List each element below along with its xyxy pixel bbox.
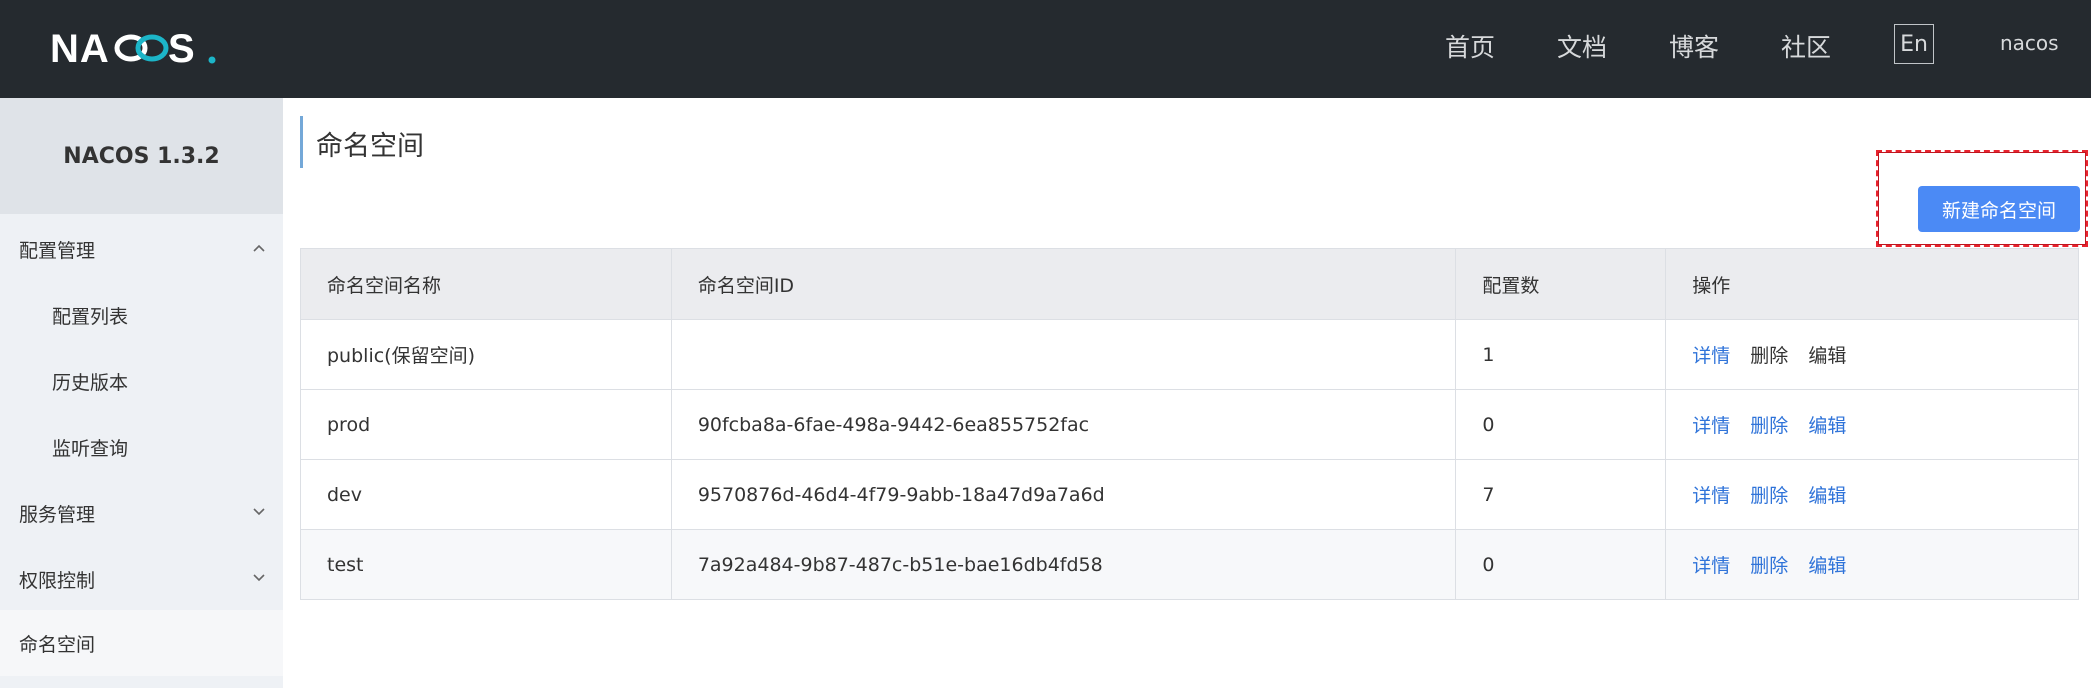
sidebar-item-namespace[interactable]: 命名空间: [0, 610, 283, 676]
config-count-cell: 0: [1455, 389, 1667, 460]
delete-link-disabled: 删除: [1750, 345, 1789, 367]
username[interactable]: nacos: [2000, 31, 2059, 55]
config-count-cell: 7: [1455, 459, 1667, 530]
edit-link[interactable]: 编辑: [1808, 415, 1846, 437]
delete-link[interactable]: 删除: [1750, 415, 1788, 437]
sidebar-item-config-management[interactable]: 配置管理: [0, 216, 283, 282]
svg-text:NA: NA: [50, 27, 110, 71]
nacos-logo[interactable]: NA S: [50, 18, 220, 78]
sidebar-item-listener-query[interactable]: 监听查询: [0, 414, 283, 480]
nav-community[interactable]: 社区: [1781, 28, 1831, 64]
namespace-name-cell: dev: [300, 459, 672, 530]
operations-cell: 详情 删除 编辑: [1665, 459, 2079, 530]
delete-link[interactable]: 删除: [1750, 555, 1788, 577]
namespace-id-cell: [670, 319, 1457, 390]
nav-docs[interactable]: 文档: [1557, 28, 1607, 64]
table-row: test 7a92a484-9b87-487c-b51e-bae16db4fd5…: [300, 529, 2079, 600]
sidebar: NACOS 1.3.2 配置管理 配置列表 历史版本 监听查询 服务管理 权限控…: [0, 98, 283, 688]
namespace-name-cell: prod: [300, 389, 672, 460]
page-title: 命名空间: [316, 131, 424, 162]
nav-blog[interactable]: 博客: [1669, 28, 1719, 64]
operations-cell: 详情 删除 编辑: [1665, 389, 2079, 460]
nav-home[interactable]: 首页: [1445, 28, 1495, 64]
config-count-cell: 1: [1455, 319, 1667, 390]
edit-link[interactable]: 编辑: [1808, 485, 1846, 507]
edit-link-disabled: 编辑: [1808, 345, 1847, 367]
operations-cell: 详情 删除 编辑: [1665, 319, 2079, 390]
sidebar-item-label: 服务管理: [19, 503, 96, 526]
namespace-id-cell: 90fcba8a-6fae-498a-9442-6ea855752fac: [670, 389, 1457, 460]
sidebar-item-label: 命名空间: [19, 633, 96, 656]
column-header-operations: 操作: [1665, 248, 2079, 320]
sidebar-item-label: 监听查询: [52, 437, 129, 460]
table-row: public(保留空间) 1 详情 删除 编辑: [300, 319, 2079, 390]
detail-link[interactable]: 详情: [1692, 415, 1730, 437]
language-switch-button[interactable]: En: [1894, 24, 1934, 64]
table-header-row: 命名空间名称 命名空间ID 配置数 操作: [300, 248, 2079, 320]
sidebar-item-label: 配置列表: [52, 305, 129, 328]
sidebar-item-service-management[interactable]: 服务管理: [0, 480, 283, 546]
sidebar-item-history[interactable]: 历史版本: [0, 348, 283, 414]
delete-link[interactable]: 删除: [1750, 485, 1788, 507]
namespace-id-cell: 9570876d-46d4-4f79-9abb-18a47d9a7a6d: [670, 459, 1457, 530]
namespace-table: 命名空间名称 命名空间ID 配置数 操作 public(保留空间) 1 详情 删…: [300, 248, 2079, 600]
sidebar-item-access-control[interactable]: 权限控制: [0, 546, 283, 612]
detail-link[interactable]: 详情: [1692, 555, 1730, 577]
column-header-id: 命名空间ID: [670, 248, 1457, 320]
chevron-up-icon: [253, 244, 265, 252]
svg-text:S: S: [168, 27, 195, 71]
namespace-id-cell: 7a92a484-9b87-487c-b51e-bae16db4fd58: [670, 529, 1457, 600]
column-header-config-count: 配置数: [1455, 248, 1667, 320]
title-accent-bar: [300, 116, 303, 168]
table-row: dev 9570876d-46d4-4f79-9abb-18a47d9a7a6d…: [300, 459, 2079, 530]
edit-link[interactable]: 编辑: [1808, 555, 1846, 577]
namespace-name-cell: public(保留空间): [300, 319, 672, 390]
operations-cell: 详情 删除 编辑: [1665, 529, 2079, 600]
detail-link[interactable]: 详情: [1692, 345, 1730, 367]
chevron-down-icon: [253, 508, 265, 516]
version-label: NACOS 1.3.2: [0, 98, 283, 214]
create-namespace-button[interactable]: 新建命名空间: [1918, 186, 2080, 232]
top-header: NA S 首页 文档 博客 社区 En nacos: [0, 0, 2091, 98]
column-header-name: 命名空间名称: [300, 248, 672, 320]
sidebar-item-label: 历史版本: [52, 371, 129, 394]
config-count-cell: 0: [1455, 529, 1667, 600]
sidebar-item-label: 配置管理: [19, 239, 96, 262]
chevron-down-icon: [253, 574, 265, 582]
sidebar-item-config-list[interactable]: 配置列表: [0, 282, 283, 348]
detail-link[interactable]: 详情: [1692, 485, 1730, 507]
namespace-name-cell: test: [300, 529, 672, 600]
table-row: prod 90fcba8a-6fae-498a-9442-6ea855752fa…: [300, 389, 2079, 460]
sidebar-item-label: 权限控制: [19, 569, 96, 592]
